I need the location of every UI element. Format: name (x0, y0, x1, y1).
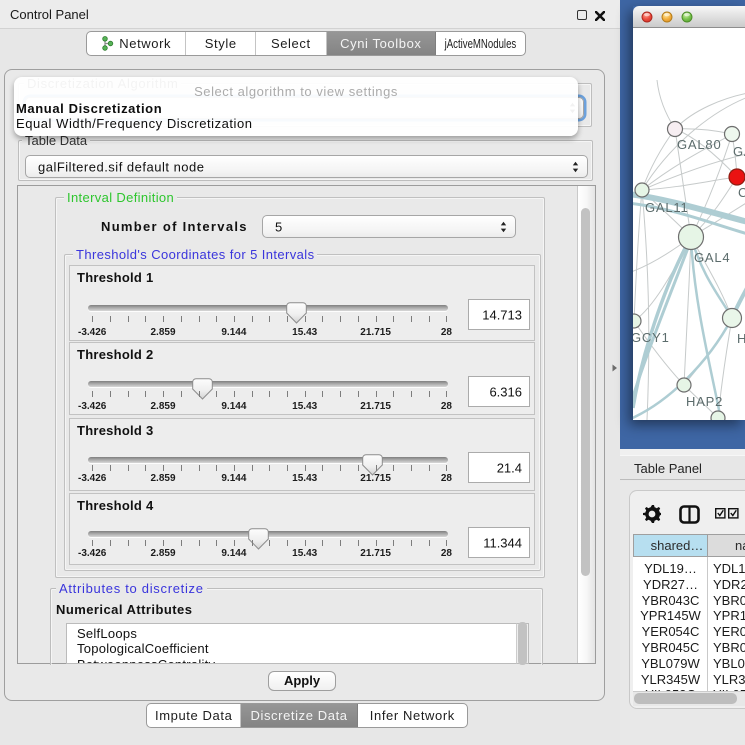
svg-text:GCY1: GCY1 (633, 330, 670, 345)
svg-text:GAL4: GAL4 (694, 250, 730, 265)
svg-text:GA: GA (733, 144, 745, 159)
svg-text:GAL80: GAL80 (677, 137, 721, 152)
svg-text:GAL11: GAL11 (645, 200, 689, 215)
svg-text:C: C (738, 185, 745, 200)
svg-text:H: H (737, 331, 745, 346)
svg-text:HAP2: HAP2 (686, 394, 723, 409)
